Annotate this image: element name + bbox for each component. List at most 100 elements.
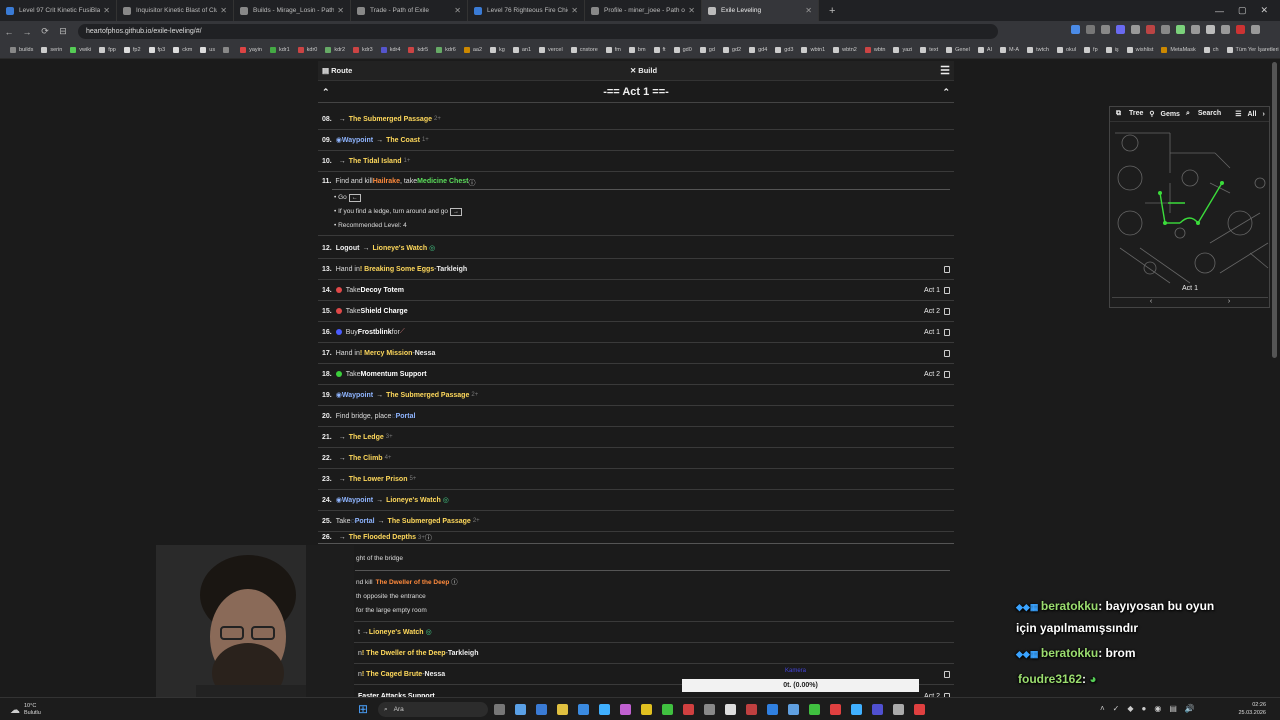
bookmark-item[interactable]: fpp (95, 47, 120, 53)
new-tab-icon[interactable]: + (829, 5, 835, 17)
app-icon[interactable] (746, 704, 757, 715)
route-step[interactable]: t → Lioneye's Watch ◎ (354, 622, 954, 643)
extension-icons[interactable] (1071, 25, 1260, 34)
app-icon[interactable] (578, 704, 589, 715)
bookmark-item[interactable]: MetaMask (1157, 47, 1199, 53)
route-step[interactable]: 26. → The Flooded Depths 3+ ⓘ (318, 532, 954, 544)
scrollbar[interactable] (1272, 62, 1277, 358)
app-icon[interactable] (872, 704, 883, 715)
bookmark-item[interactable]: us (196, 47, 219, 53)
tab-tree[interactable]: ⧉ Tree (1116, 110, 1143, 118)
route-step[interactable]: 09. ◉ Waypoint → The Coast 1+ (318, 130, 954, 151)
bookmark-item[interactable]: kdr5 (404, 47, 432, 53)
bookmark-item[interactable]: gd0 (670, 47, 696, 53)
bookmark-item[interactable]: ch (1200, 47, 1223, 53)
windows-start-icon[interactable]: ⊞ (358, 702, 368, 716)
bookmark-item[interactable]: AI (974, 47, 996, 53)
app-icon[interactable] (557, 704, 568, 715)
route-step[interactable]: 10. → The Tidal Island 1+ (318, 151, 954, 172)
bookmark-item[interactable]: M-A (996, 47, 1023, 53)
bookmark-item[interactable]: cnstore (567, 47, 602, 53)
waypoint-link[interactable]: Waypoint (342, 392, 373, 399)
bookmark-item[interactable]: vwiki (66, 47, 95, 53)
browser-tab[interactable]: Trade - Path of Exile ✕ (351, 0, 468, 21)
bookmark-item[interactable]: kdr2 (321, 47, 349, 53)
bookmark-item[interactable]: serin (37, 47, 66, 53)
info-icon[interactable]: ⓘ (425, 533, 432, 543)
tab-gems[interactable]: ⚲ Gems (1149, 110, 1180, 118)
app-icon[interactable] (725, 704, 736, 715)
bookmark-item[interactable]: gd4 (745, 47, 771, 53)
bookmark-item[interactable]: kdr1 (266, 47, 294, 53)
bookmark-item[interactable]: wbtn1 (797, 47, 829, 53)
route-step[interactable]: 22. → The Climb 4+ (318, 448, 954, 469)
bookmark-item[interactable]: kdr6 (432, 47, 460, 53)
browser-tab[interactable]: Profile - miner_joee - Path of E ✕ (585, 0, 702, 21)
chevron-left-icon[interactable]: ‹ (1150, 298, 1152, 307)
clipboard-icon[interactable] (944, 265, 950, 273)
browser-tab[interactable]: Exile Leveling ✕ (702, 0, 819, 21)
chevron-right-icon[interactable]: › (1228, 298, 1230, 307)
bookmark-item[interactable]: fp3 (145, 47, 170, 53)
collapse-icon[interactable]: ⌃ (322, 87, 330, 98)
url-input[interactable]: heartofphos.github.io/exile-leveling/#/ (78, 24, 998, 39)
route-step[interactable]: 18. Take Momentum Support Act 2 (318, 364, 954, 385)
bookmark-item[interactable]: kdr4 (377, 47, 405, 53)
bookmark-item[interactable]: yayin (236, 47, 266, 53)
taskbar-apps[interactable] (494, 704, 925, 715)
app-icon[interactable] (683, 704, 694, 715)
weather-widget[interactable]: ☁ 10°C Bulutlu (10, 703, 41, 717)
bookmark-item[interactable]: ft (650, 47, 670, 53)
bookmark-item[interactable]: builds (6, 47, 37, 53)
route-step[interactable]: 24. ◉ Waypoint → Lioneye's Watch ◎ (318, 490, 954, 511)
forward-icon[interactable]: → (18, 27, 36, 37)
back-icon[interactable]: ← (0, 27, 18, 37)
tab-all[interactable]: ☰ All (1235, 110, 1256, 118)
app-icon[interactable] (809, 704, 820, 715)
route-step[interactable]: 11. Find and kill Hailrake, take Medicine… (318, 172, 954, 236)
bookmark-item[interactable]: wbtn2 (829, 47, 861, 53)
close-icon[interactable]: ✕ (337, 6, 344, 15)
bookmark-item[interactable]: kdr0 (294, 47, 322, 53)
bookmark-item[interactable]: gd2 (719, 47, 745, 53)
clipboard-icon[interactable] (944, 670, 950, 678)
bookmark-item[interactable]: twtch (1023, 47, 1053, 53)
tab-search[interactable]: ⌕ Search (1186, 110, 1221, 118)
bookmark-item[interactable]: wbtn (861, 47, 890, 53)
bookmark-item[interactable]: iş (1102, 47, 1123, 53)
route-step[interactable]: 13. Hand in ! Breaking Some Eggs - Tarkle… (318, 259, 954, 280)
app-icon[interactable] (620, 704, 631, 715)
app-icon[interactable] (767, 704, 778, 715)
app-icon[interactable] (641, 704, 652, 715)
route-step[interactable]: 16. Buy Frostblink for ⟋ Act 1 (318, 322, 954, 343)
app-icon[interactable] (515, 704, 526, 715)
route-step[interactable]: 20. Find bridge, place ◌ Portal (318, 406, 954, 427)
bookmark-item[interactable]: fp2 (120, 47, 145, 53)
bookmark-item[interactable]: yazi (889, 47, 916, 53)
clipboard-icon[interactable] (944, 328, 950, 336)
route-step[interactable]: 14. Take Decoy Totem Act 1 (318, 280, 954, 301)
bookmark-item[interactable]: Genel (942, 47, 974, 53)
passive-tree[interactable] (1110, 123, 1270, 285)
waypoint-link[interactable]: Portal (355, 518, 375, 525)
route-step[interactable]: n ! The Dweller of the Deep - Tarkleigh (354, 643, 954, 664)
bookmark-item[interactable]: gd3 (771, 47, 797, 53)
waypoint-link[interactable]: Waypoint (342, 137, 373, 144)
browser-tab[interactable]: Builds - Mirage_Losin - Path of ✕ (234, 0, 351, 21)
close-icon[interactable]: ✕ (103, 6, 110, 15)
clipboard-icon[interactable] (944, 307, 950, 315)
taskbar-search[interactable]: ⌕ Ara (378, 702, 488, 717)
app-icon[interactable] (494, 704, 505, 715)
route-tab[interactable]: ▤ Route (322, 66, 352, 75)
bookmark-item[interactable]: okul (1053, 47, 1080, 53)
bookmark-item[interactable] (219, 47, 236, 53)
route-step[interactable]: 21. → The Ledge 3+ (318, 427, 954, 448)
waypoint-link[interactable]: Portal (396, 413, 416, 420)
collapse-icon[interactable]: ⌃ (942, 87, 950, 98)
site-info-icon[interactable]: ⊟ (54, 26, 72, 37)
app-icon[interactable] (662, 704, 673, 715)
browser-tab[interactable]: Level 97 Crit Kinetic FusiBlade T✕ (0, 0, 117, 21)
browser-tab[interactable]: Level 76 Righteous Fire Chieftai✕ (468, 0, 585, 21)
act-header[interactable]: ⌃ -== Act 1 ==- ⌃ (318, 82, 954, 103)
route-step[interactable]: 25. Take ◌ Portal → The Submerged Passage 2… (318, 511, 954, 532)
